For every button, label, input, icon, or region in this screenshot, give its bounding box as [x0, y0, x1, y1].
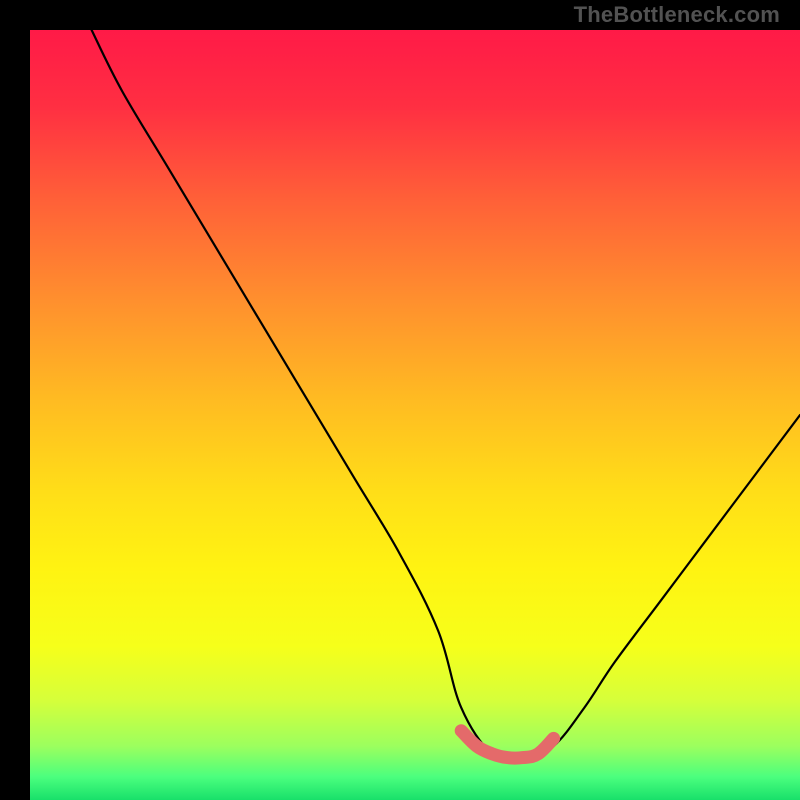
bottleneck-chart — [30, 30, 800, 800]
gradient-background — [30, 30, 800, 800]
watermark-text: TheBottleneck.com — [574, 2, 780, 28]
chart-frame — [15, 15, 785, 785]
